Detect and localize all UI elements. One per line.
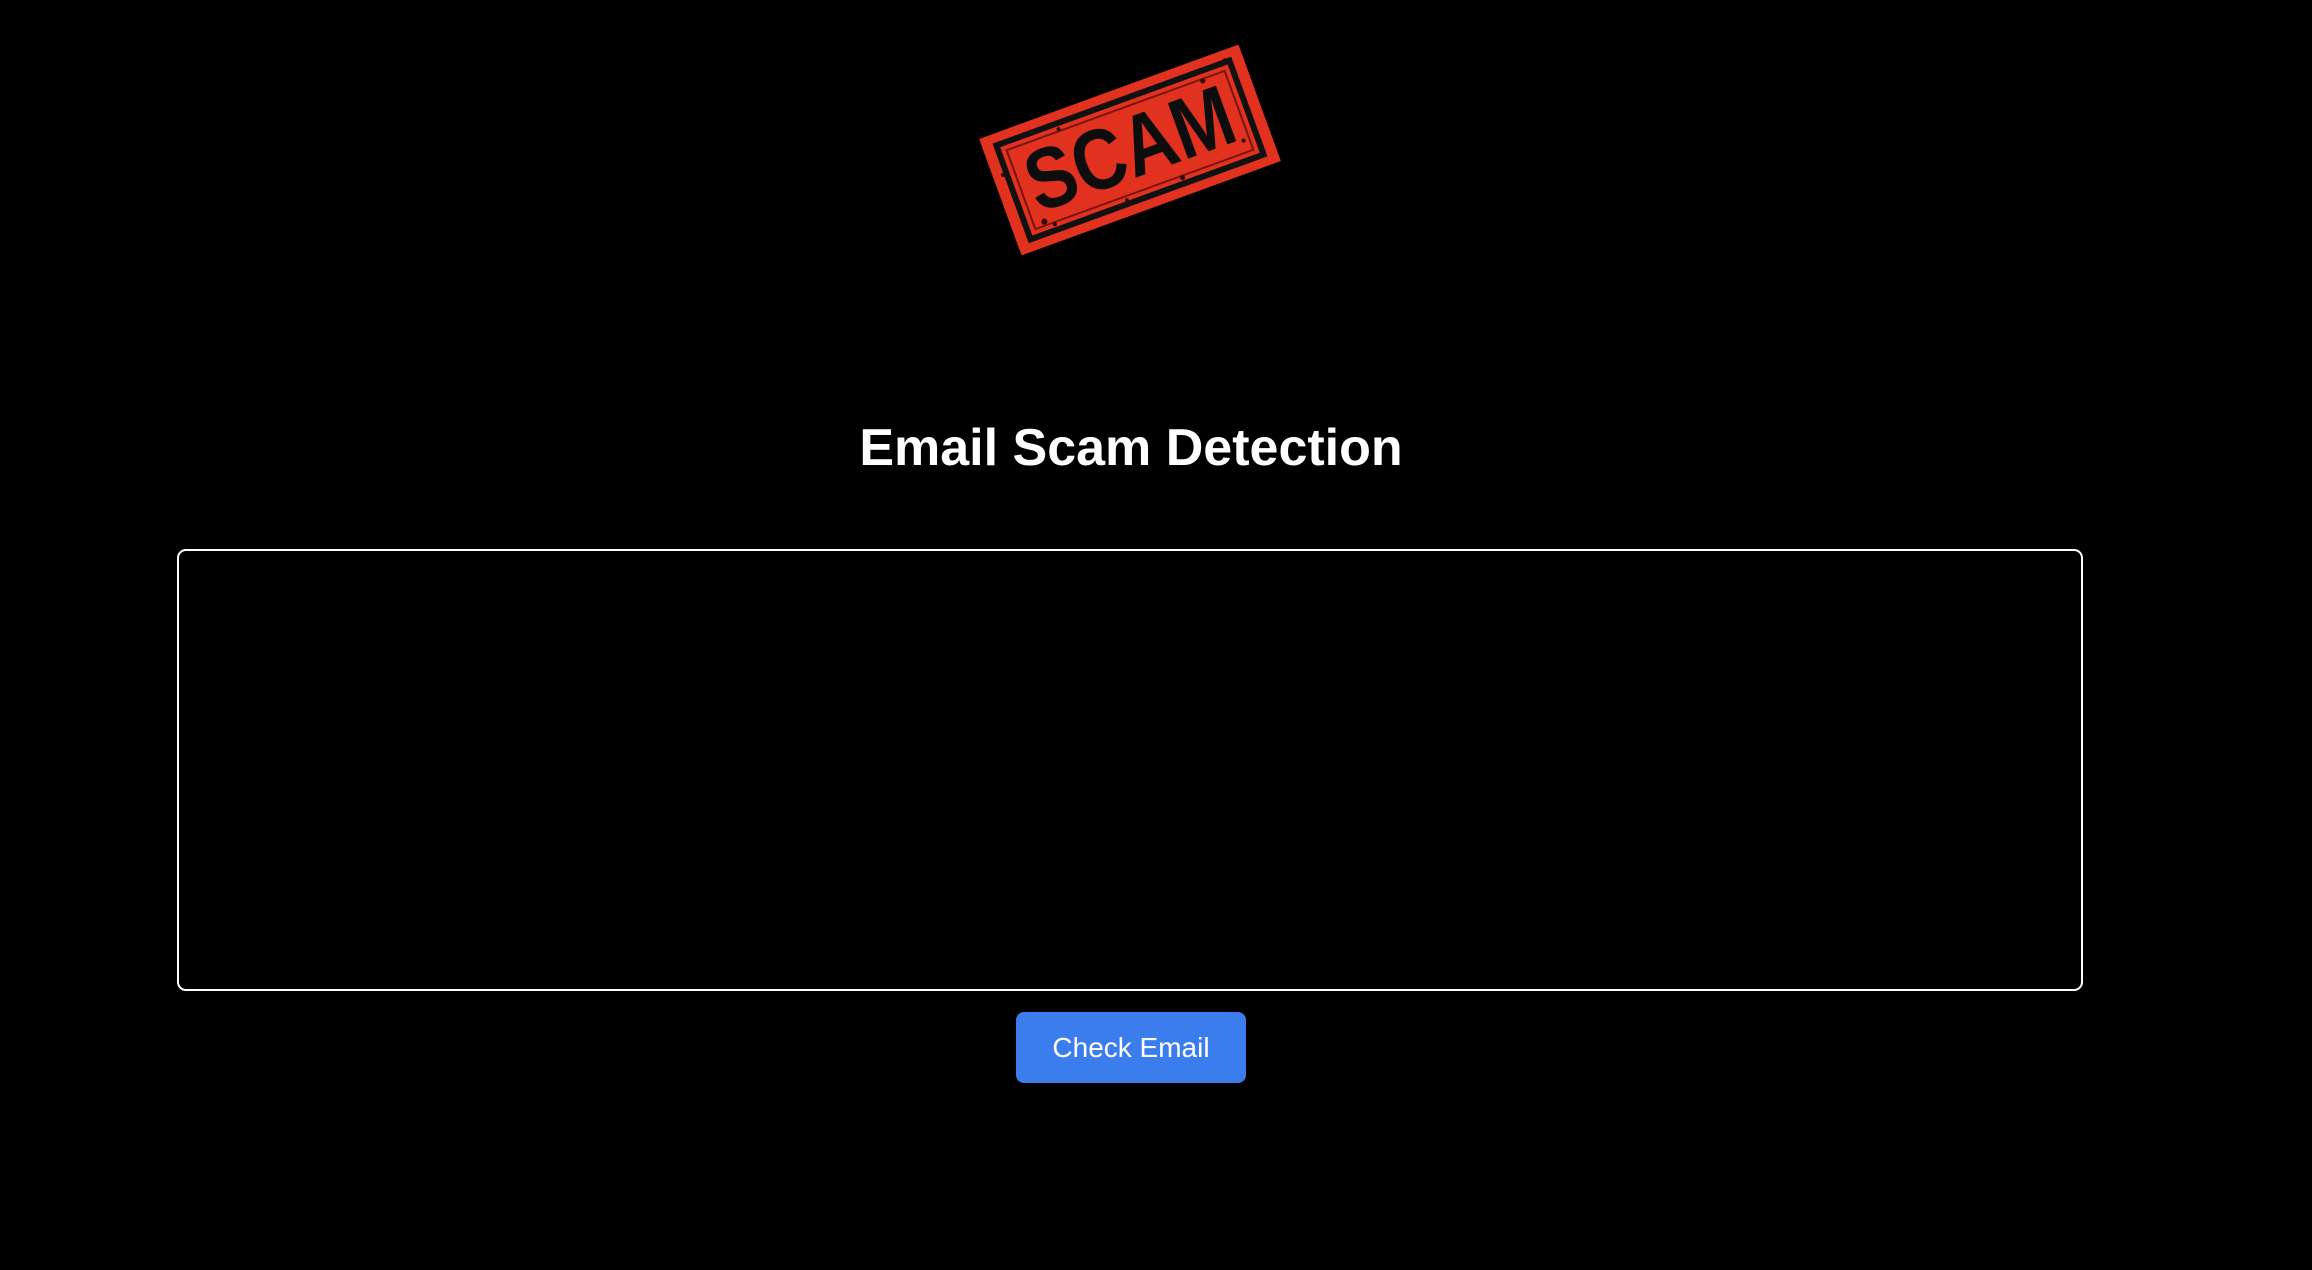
page: SCAM Email Scam Detection Check Email (0, 0, 2312, 1270)
scam-stamp-logo: SCAM (979, 45, 1281, 255)
scam-stamp-icon: SCAM (979, 45, 1281, 255)
check-email-button[interactable]: Check Email (1016, 1012, 1246, 1083)
email-text-input[interactable] (177, 549, 2083, 991)
page-title: Email Scam Detection (859, 419, 1403, 477)
